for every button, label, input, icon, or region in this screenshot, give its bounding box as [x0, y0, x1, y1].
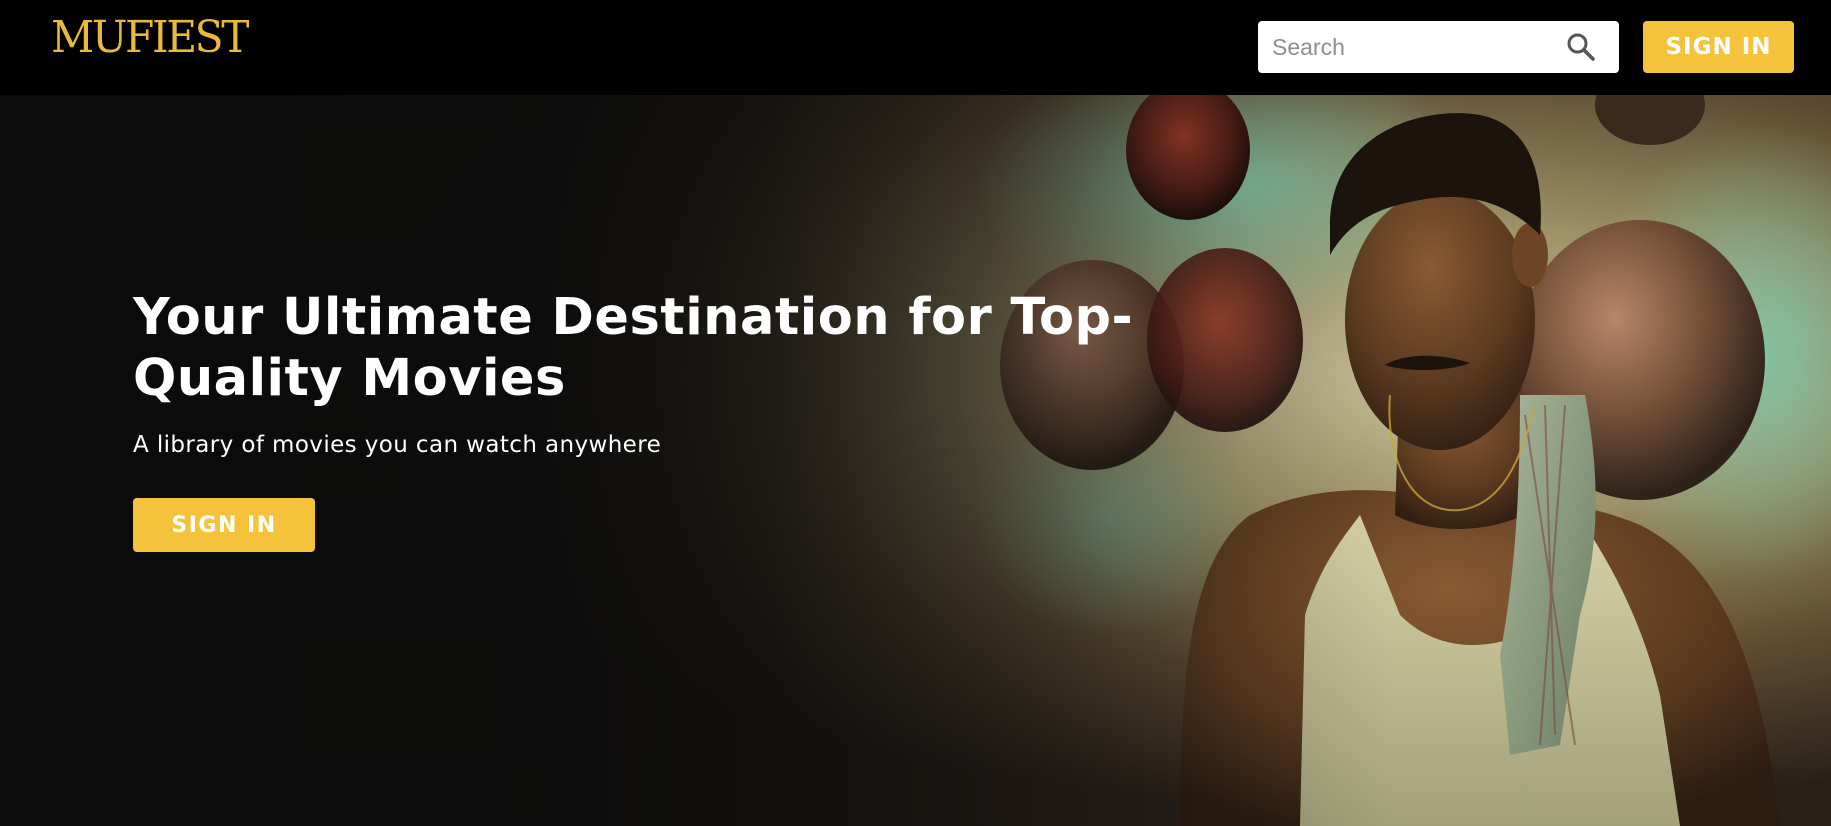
brand-logo[interactable]: MUFIEST	[51, 16, 249, 60]
hero-subtitle: A library of movies you can watch anywhe…	[133, 432, 662, 458]
hero-banner: Your Ultimate Destination for Top-Qualit…	[0, 95, 1831, 826]
hero-gradient-overlay	[0, 95, 1831, 826]
search-input[interactable]	[1258, 21, 1558, 73]
header-sign-in-button[interactable]: SIGN IN	[1643, 21, 1794, 73]
search-box	[1258, 21, 1619, 73]
hero-title: Your Ultimate Destination for Top-Qualit…	[133, 288, 1134, 408]
search-icon[interactable]	[1566, 32, 1596, 62]
hero-sign-in-button[interactable]: SIGN IN	[133, 498, 315, 552]
top-navigation-bar: MUFIEST SIGN IN	[0, 0, 1831, 95]
